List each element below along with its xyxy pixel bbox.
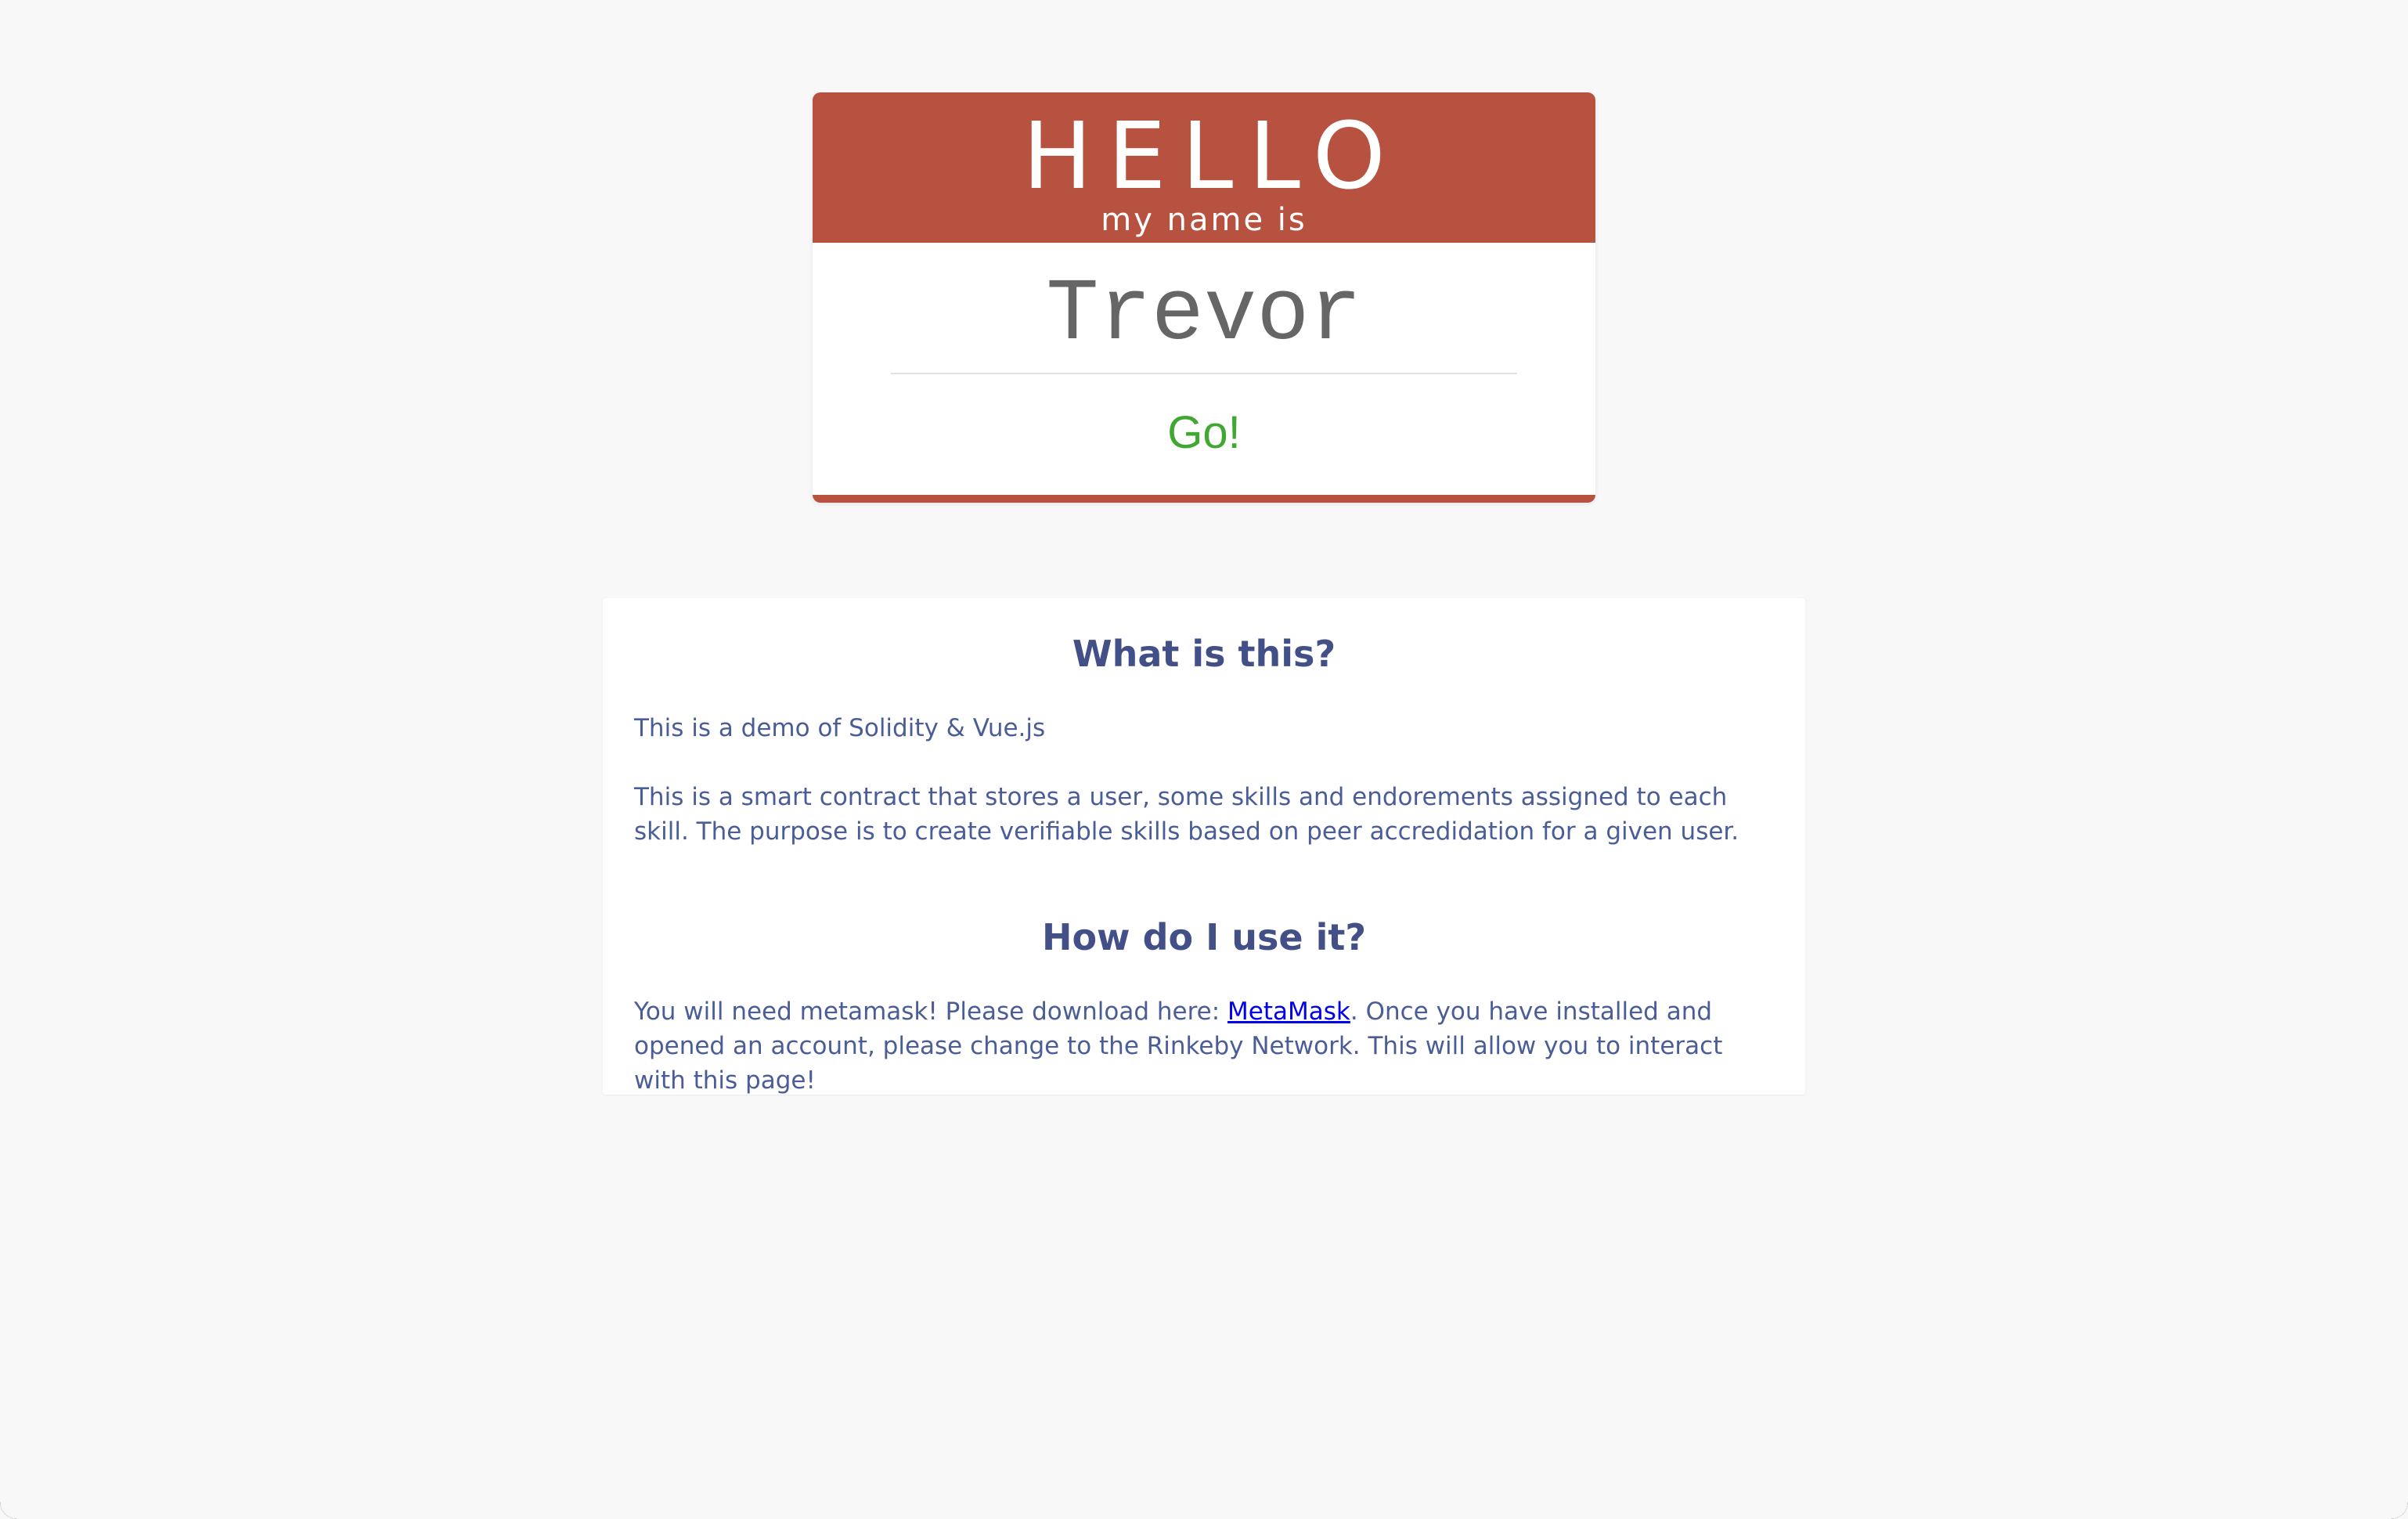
metamask-link[interactable]: MetaMask (1227, 998, 1350, 1026)
hello-title: HELLO (1022, 102, 1401, 210)
metamask-instructions: You will need metamask! Please download … (634, 994, 1774, 1098)
contract-description: This is a smart contract that stores a u… (634, 783, 1739, 846)
name-tag-header: HELLO my name is (813, 92, 1595, 243)
browser-page: HELLO my name is Go! What is this? This … (0, 0, 2408, 1519)
info-card: What is this? This is a demo of Solidity… (603, 598, 1805, 1095)
name-input[interactable] (891, 257, 1517, 374)
go-button[interactable]: Go! (1126, 398, 1282, 468)
how-do-i-use-it-heading: How do I use it? (1041, 916, 1367, 958)
name-tag-card: HELLO my name is Go! (813, 92, 1595, 503)
name-tag-footer-stripe (813, 495, 1595, 503)
demo-description: This is a demo of Solidity & Vue.js (634, 714, 1046, 742)
metamask-instructions-start: You will need metamask! Please download … (634, 998, 1228, 1026)
what-is-this-heading: What is this? (1072, 633, 1336, 675)
page-content: HELLO my name is Go! What is this? This … (0, 0, 2408, 1519)
my-name-is-subtitle: my name is (1101, 202, 1307, 238)
